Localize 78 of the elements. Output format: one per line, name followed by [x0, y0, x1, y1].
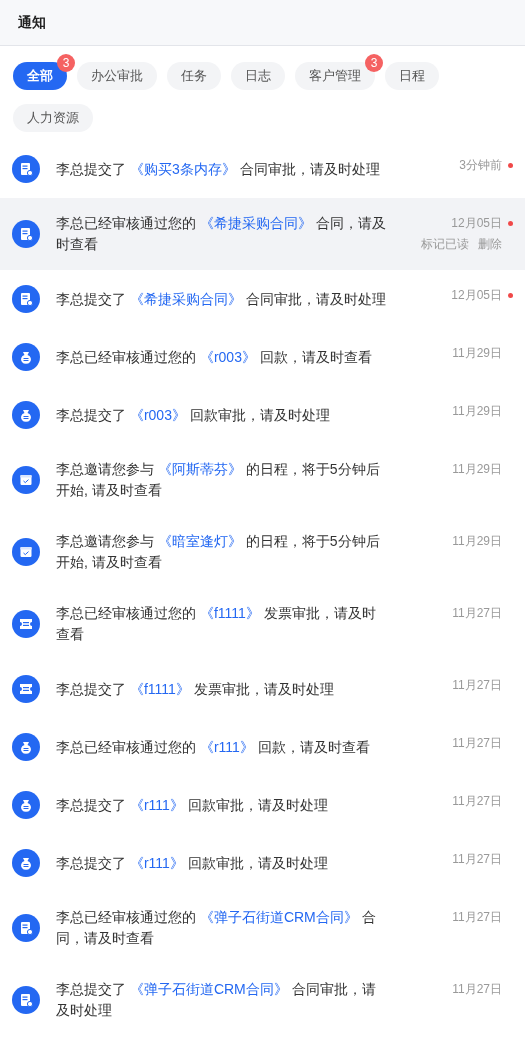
- record-link[interactable]: 《f1111》: [129, 680, 190, 697]
- notification-text: 李总已经审核通过您的 《r111》 回款，请及时查看: [56, 737, 371, 757]
- ticket-icon: [12, 610, 40, 638]
- notification-text: 李总提交了 《r003》 回款审批，请及时处理: [56, 405, 331, 425]
- record-link[interactable]: 《r111》: [199, 738, 254, 755]
- record-link[interactable]: 《阿斯蒂芬》: [157, 461, 242, 477]
- record-link[interactable]: 《弹子石街道CRM合同》: [129, 981, 288, 997]
- record-link[interactable]: 《购买3条内存》: [129, 160, 236, 177]
- money-bag-icon: [12, 733, 40, 761]
- count-badge: 3: [57, 54, 75, 72]
- filter-tab[interactable]: 办公审批: [77, 62, 157, 90]
- timestamp: 11月27日: [452, 605, 502, 622]
- record-link[interactable]: 《f1111》: [199, 605, 260, 621]
- notification-text: 李总提交了 《希捷采购合同》 合同审批，请及时处理: [56, 289, 386, 309]
- money-bag-icon: [12, 343, 40, 371]
- notification-row[interactable]: 李总已经审核通过您的 《r111》 回款，请及时查看 11月27日: [0, 718, 525, 776]
- filter-tab[interactable]: 日程: [385, 62, 439, 90]
- notification-text: 李总提交了 《购买3条内存》 合同审批，请及时处理: [56, 159, 381, 179]
- timestamp: 11月29日: [452, 461, 502, 478]
- notification-row[interactable]: 李总已经审核通过您的 《弹子石街道CRM合同》 合同，请及时查看 11月27日: [0, 892, 525, 964]
- notification-text: 李总邀请您参与 《阿斯蒂芬》 的日程，将于5分钟后开始, 请及时查看: [56, 460, 381, 500]
- notification-text: 李总邀请您参与 《暗室逢灯》 的日程，将于5分钟后开始, 请及时查看: [56, 532, 381, 572]
- notification-row[interactable]: 李总提交了 《r111》 回款审批，请及时处理 11月27日: [0, 776, 525, 834]
- timestamp: 11月27日: [452, 851, 502, 868]
- timestamp: 11月29日: [452, 345, 502, 362]
- timestamp: 12月05日: [451, 215, 502, 232]
- timestamp: 11月27日: [452, 677, 502, 694]
- timestamp: 11月27日: [452, 909, 502, 926]
- record-link[interactable]: 《r003》: [129, 406, 186, 423]
- timestamp: 11月27日: [452, 793, 502, 810]
- document-icon: [12, 986, 40, 1014]
- money-bag-icon: [12, 849, 40, 877]
- timestamp: 3分钟前: [459, 157, 502, 174]
- notification-text: 李总已经审核通过您的 《f1111》 发票审批，请及时查看: [56, 604, 377, 644]
- notification-row[interactable]: 李总邀请您参与 《阿斯蒂芬》 的日程，将于5分钟后开始, 请及时查看 11月29日: [0, 444, 525, 516]
- notification-row[interactable]: 李总已经审核通过您的 《希捷采购合同》 合同，请及时查看 12月05日 标记已读 删除: [0, 198, 525, 270]
- calendar-icon: [12, 538, 40, 566]
- timestamp: 11月27日: [452, 981, 502, 998]
- record-link[interactable]: 《r111》: [129, 796, 184, 813]
- filter-tab[interactable]: 人力资源: [13, 104, 93, 132]
- count-badge: 3: [365, 54, 383, 72]
- notification-text: 李总已经审核通过您的 《弹子石街道CRM合同》 合同，请及时查看: [56, 908, 377, 948]
- document-icon: [12, 155, 40, 183]
- notification-text: 李总提交了 《f1111》 发票审批，请及时处理: [56, 679, 335, 699]
- record-link[interactable]: 《r003》: [199, 348, 256, 365]
- timestamp: 11月29日: [452, 403, 502, 420]
- notification-row[interactable]: 李总提交了 《弹子石街道CRM合同》 合同审批，请及时处理 11月27日: [0, 964, 525, 1036]
- notification-text: 李总提交了 《r111》 回款审批，请及时处理: [56, 853, 329, 873]
- notification-text: 李总提交了 《弹子石街道CRM合同》 合同审批，请及时处理: [56, 980, 377, 1020]
- record-link[interactable]: 《弹子石街道CRM合同》: [199, 909, 358, 925]
- document-icon: [12, 285, 40, 313]
- notification-text: 李总已经审核通过您的 《r003》 回款，请及时查看: [56, 347, 373, 367]
- record-link[interactable]: 《希捷采购合同》: [199, 215, 312, 231]
- notification-row[interactable]: 李总已经审核通过您的 《r003》 回款，请及时查看 11月29日: [0, 328, 525, 386]
- money-bag-icon: [12, 401, 40, 429]
- notification-row[interactable]: 李总邀请您参与 《暗室逢灯》 的日程，将于5分钟后开始, 请及时查看 11月29日: [0, 516, 525, 588]
- notification-text: 李总提交了 《r111》 回款审批，请及时处理: [56, 795, 329, 815]
- filter-tab[interactable]: 任务: [167, 62, 221, 90]
- timestamp: 12月05日: [451, 287, 502, 304]
- notification-row[interactable]: 李总提交了 《r003》 回款审批，请及时处理 11月29日: [0, 386, 525, 444]
- page-title: 通知: [18, 13, 46, 32]
- ticket-icon: [12, 675, 40, 703]
- record-link[interactable]: 《暗室逢灯》: [157, 533, 242, 549]
- record-link[interactable]: 《r111》: [129, 854, 184, 871]
- notification-row[interactable]: 李总提交了 《希捷采购合同》 合同审批，请及时处理 12月05日: [0, 270, 525, 328]
- notification-text: 李总已经审核通过您的 《希捷采购合同》 合同，请及时查看: [56, 214, 386, 254]
- notification-row[interactable]: 李总提交了 《f1111》 发票审批，请及时处理 11月27日: [0, 660, 525, 718]
- money-bag-icon: [12, 791, 40, 819]
- timestamp: 11月29日: [452, 533, 502, 550]
- notification-row[interactable]: 李总已经审核通过您的 《f1111》 发票审批，请及时查看 11月27日: [0, 588, 525, 660]
- document-icon: [12, 914, 40, 942]
- notification-row[interactable]: 李总提交了 《r111》 回款审批，请及时处理 11月27日: [0, 834, 525, 892]
- notification-row[interactable]: 李总提交了 《购买3条内存》 合同审批，请及时处理 3分钟前: [0, 140, 525, 198]
- timestamp: 11月27日: [452, 735, 502, 752]
- record-link[interactable]: 《希捷采购合同》: [129, 290, 242, 307]
- filter-tab[interactable]: 日志: [231, 62, 285, 90]
- document-icon: [12, 220, 40, 248]
- calendar-icon: [12, 466, 40, 494]
